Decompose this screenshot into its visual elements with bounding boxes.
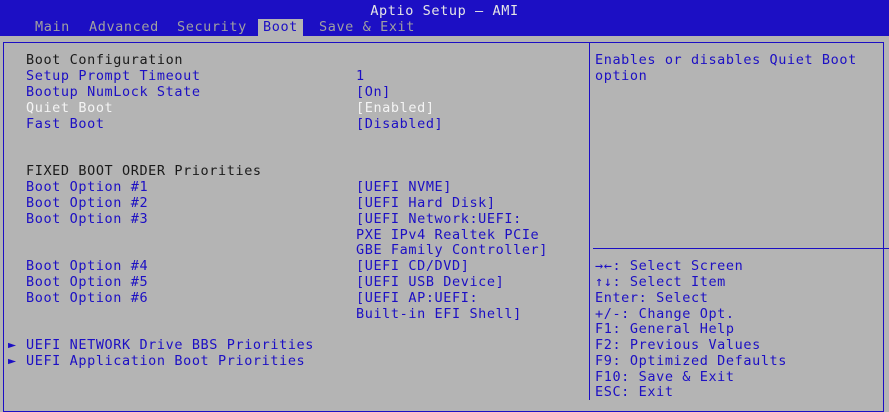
boot-option-2-label[interactable]: Boot Option #2 xyxy=(26,195,148,211)
boot-option-4-label[interactable]: Boot Option #4 xyxy=(26,258,148,274)
key-hint-general-help: F1: General Help xyxy=(595,321,735,337)
key-hint-exit: ESC: Exit xyxy=(595,384,674,400)
boot-option-3-value-line-3[interactable]: GBE Family Controller] xyxy=(356,242,548,258)
setup-prompt-timeout-label[interactable]: Setup Prompt Timeout xyxy=(26,68,201,84)
fast-boot-label[interactable]: Fast Boot xyxy=(26,116,105,132)
help-description-line-1: Enables or disables Quiet Boot xyxy=(595,52,857,68)
boot-option-3-value-line-1[interactable]: [UEFI Network:UEFI: xyxy=(356,211,522,227)
tab-security[interactable]: Security xyxy=(172,19,252,36)
key-hint-select-item: ↑↓: Select Item xyxy=(595,274,726,290)
key-hint-change-opt: +/-: Change Opt. xyxy=(595,306,735,322)
key-hint-save-exit: F10: Save & Exit xyxy=(595,369,735,385)
boot-option-1-label[interactable]: Boot Option #1 xyxy=(26,179,148,195)
quiet-boot-label[interactable]: Quiet Boot xyxy=(26,100,113,116)
boot-option-6-label[interactable]: Boot Option #6 xyxy=(26,290,148,306)
help-divider xyxy=(593,248,889,249)
boot-option-3-label[interactable]: Boot Option #3 xyxy=(26,211,148,227)
key-hint-enter-select: Enter: Select xyxy=(595,290,709,306)
tab-boot[interactable]: Boot xyxy=(258,19,303,36)
key-hint-optimized-defaults: F9: Optimized Defaults xyxy=(595,353,788,369)
key-hint-select-screen: →←: Select Screen xyxy=(595,258,744,274)
tab-main[interactable]: Main xyxy=(30,19,75,36)
fast-boot-value[interactable]: [Disabled] xyxy=(356,116,443,132)
bootup-numlock-state-value[interactable]: [On] xyxy=(356,84,391,100)
boot-option-6-value-line-1[interactable]: [UEFI AP:UEFI: xyxy=(356,290,478,306)
boot-configuration-heading: Boot Configuration xyxy=(26,52,184,68)
tab-advanced[interactable]: Advanced xyxy=(84,19,164,36)
panel-divider xyxy=(589,42,590,400)
key-hint-previous-values: F2: Previous Values xyxy=(595,337,761,353)
quiet-boot-value[interactable]: [Enabled] xyxy=(356,100,435,116)
boot-option-6-value-line-2[interactable]: Built-in EFI Shell] xyxy=(356,306,522,322)
title-bar: Aptio Setup – AMI Main Advanced Security… xyxy=(0,0,889,36)
boot-option-3-value-line-2[interactable]: PXE IPv4 Realtek PCIe xyxy=(356,227,539,243)
uefi-network-drive-bbs-priorities-link[interactable]: UEFI NETWORK Drive BBS Priorities xyxy=(26,337,314,353)
boot-option-2-value[interactable]: [UEFI Hard Disk] xyxy=(356,195,496,211)
tab-save-exit[interactable]: Save & Exit xyxy=(314,19,420,36)
submenu-arrow-icon: ► xyxy=(8,353,17,369)
boot-option-5-label[interactable]: Boot Option #5 xyxy=(26,274,148,290)
boot-option-5-value[interactable]: [UEFI USB Device] xyxy=(356,274,504,290)
boot-option-4-value[interactable]: [UEFI CD/DVD] xyxy=(356,258,469,274)
help-description-line-2: option xyxy=(595,68,648,84)
uefi-application-boot-priorities-link[interactable]: UEFI Application Boot Priorities xyxy=(26,353,305,369)
setup-prompt-timeout-value[interactable]: 1 xyxy=(356,68,365,84)
window-title: Aptio Setup – AMI xyxy=(370,3,519,19)
submenu-arrow-icon: ► xyxy=(8,337,17,353)
bootup-numlock-state-label[interactable]: Bootup NumLock State xyxy=(26,84,201,100)
fixed-boot-order-heading: FIXED BOOT ORDER Priorities xyxy=(26,163,262,179)
boot-option-1-value[interactable]: [UEFI NVME] xyxy=(356,179,452,195)
